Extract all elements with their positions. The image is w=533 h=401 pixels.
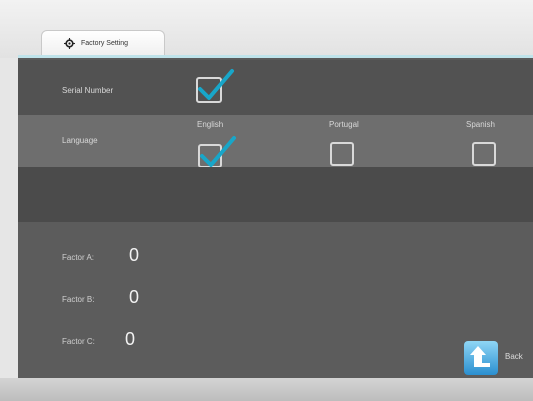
factor-a-label: Factor A:: [62, 253, 95, 262]
language-option-label-english: English: [197, 120, 224, 129]
language-label: Language: [62, 136, 98, 145]
factor-c-label: Factor C:: [62, 337, 95, 346]
factors-section: [18, 222, 533, 378]
serial-number-checkbox[interactable]: [196, 69, 234, 103]
language-checkbox-english[interactable]: [198, 136, 236, 168]
factory-setting-screen: Factory Setting Serial Number Language E…: [0, 0, 533, 401]
language-option-label-spanish: Spanish: [466, 120, 495, 129]
factor-a-value: 0: [129, 245, 140, 265]
serial-number-label: Serial Number: [62, 86, 114, 95]
checkmark-icon: [198, 69, 234, 100]
tab-label: Factory Setting: [81, 40, 129, 47]
language-checkbox-portugal[interactable]: [330, 142, 354, 166]
back-arrow-icon: [464, 341, 498, 375]
back-label: Back: [505, 352, 523, 361]
gear-icon: [64, 38, 75, 49]
checkmark-icon: [200, 136, 236, 167]
bottom-bar: [0, 378, 533, 401]
tab-factory-setting[interactable]: Factory Setting: [41, 30, 165, 56]
left-strip: [0, 58, 18, 378]
language-checkbox-spanish[interactable]: [472, 142, 496, 166]
empty-row: [18, 167, 533, 222]
factor-b-label: Factor B:: [62, 295, 95, 304]
factor-c-value: 0: [125, 329, 136, 349]
language-option-label-portugal: Portugal: [329, 120, 359, 129]
back-button[interactable]: Back: [464, 341, 533, 375]
factor-b-value: 0: [129, 287, 140, 307]
